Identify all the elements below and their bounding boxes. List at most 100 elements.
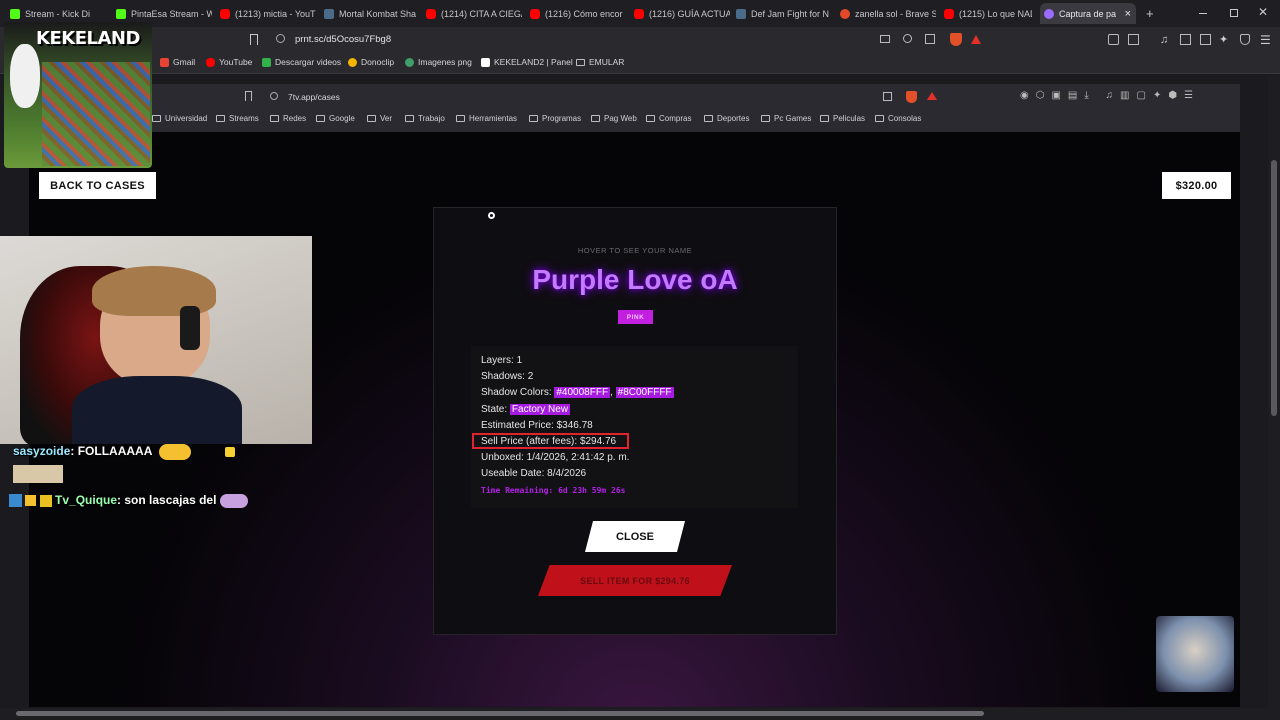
brave-shield-icon[interactable]: [950, 33, 962, 46]
vertical-scroll-thumb[interactable]: [1271, 160, 1277, 416]
bookmark-page-icon[interactable]: [250, 34, 258, 45]
sell-price-row: Sell Price (after fees): $294.76: [481, 436, 617, 447]
folder-icon: [646, 115, 655, 122]
tab-4[interactable]: (1214) CITA A CIEGA: [422, 3, 522, 24]
maximize-icon[interactable]: [1230, 9, 1238, 17]
folder-icon: [367, 115, 376, 122]
inner-url-field[interactable]: 7tv.app/cases: [288, 92, 340, 102]
folder-icon: [761, 115, 770, 122]
inner-bookmark-icon[interactable]: [245, 91, 252, 101]
cast-icon[interactable]: [880, 35, 890, 43]
folder-icon: [529, 115, 538, 122]
tab-2[interactable]: (1213) mictia - YouT: [216, 3, 316, 24]
shadow-color-2: #8C00FFFF: [615, 387, 674, 398]
site-settings-icon[interactable]: [276, 34, 285, 43]
tab-9[interactable]: (1215) Lo que NAD: [940, 3, 1032, 24]
inner-bookmark-herramientas[interactable]: Herramientas: [456, 114, 517, 123]
folder-icon: [704, 115, 713, 122]
inner-extension-icons[interactable]: ◉⬡▣▤⤓ ♫▥▢✦⬢☰: [1020, 90, 1200, 101]
kekeland-logo: KEKELAND: [36, 28, 140, 49]
extensions-icon[interactable]: [1108, 34, 1119, 45]
youtube-icon: [206, 57, 215, 67]
close-button[interactable]: CLOSE: [585, 521, 685, 552]
bookmark-imagenes[interactable]: Imagenes png: [405, 57, 472, 67]
chat-message: Tv_Quique: son lascajas del: [9, 493, 248, 508]
menu-icon[interactable]: ☰: [1260, 33, 1271, 47]
tab-1[interactable]: PintaEsa Stream - W: [112, 3, 212, 24]
zoom-icon[interactable]: [903, 34, 912, 43]
close-tab-icon[interactable]: ×: [1125, 8, 1131, 20]
split-view-icon[interactable]: [1200, 34, 1211, 45]
sidebar-icon[interactable]: [1180, 34, 1191, 45]
tab-8[interactable]: zanella sol - Brave S: [836, 3, 936, 24]
media-icon[interactable]: ♫: [1160, 34, 1168, 46]
bookmark-gmail[interactable]: Gmail: [160, 57, 195, 67]
shadow-colors-row: Shadow Colors: #40008FFF, #8C00FFFF: [481, 387, 674, 398]
emote-icon: [224, 447, 235, 457]
tab-5[interactable]: (1216) Cómo encor: [526, 3, 626, 24]
chat-username: Tv_Quique: [55, 493, 118, 507]
sell-item-button[interactable]: SELL ITEM FOR $294.76: [538, 565, 732, 596]
inner-bookmark-peliculas[interactable]: Peliculas: [820, 114, 865, 123]
inner-bookmark-pagweb[interactable]: Pag Web: [591, 114, 637, 123]
bookmark-kekeland[interactable]: KEKELAND2 | Panel: [481, 57, 573, 67]
window-close-icon[interactable]: ✕: [1258, 5, 1268, 19]
chat-username: sasyzoide: [13, 444, 71, 459]
inner-bookmark-deportes[interactable]: Deportes: [704, 114, 749, 123]
inner-bookmark-universidad[interactable]: Universidad: [152, 114, 207, 123]
inner-bookmark-google[interactable]: Google: [316, 114, 355, 123]
outer-address-bar: [0, 27, 1280, 53]
bookmark-emular[interactable]: EMULAR: [576, 57, 624, 67]
cursor-icon: [488, 212, 495, 219]
shadows-row: Shadows: 2: [481, 371, 534, 382]
inner-bookmark-ver[interactable]: Ver: [367, 114, 392, 123]
horizontal-scroll-thumb[interactable]: [16, 711, 984, 716]
inner-bookmark-programas[interactable]: Programas: [529, 114, 581, 123]
back-to-cases-button[interactable]: BACK TO CASES: [39, 172, 156, 199]
inner-brave-rewards-icon[interactable]: [927, 92, 937, 100]
vpn-icon[interactable]: [1240, 34, 1250, 45]
inner-bookmark-pcgames[interactable]: Pc Games: [761, 114, 811, 123]
emote-icon: [159, 444, 192, 460]
brave-rewards-icon[interactable]: [971, 35, 981, 44]
emote-badge-icon: [25, 495, 37, 507]
tab-7[interactable]: Def Jam Fight for N: [732, 3, 832, 24]
inner-bookmark-compras[interactable]: Compras: [646, 114, 691, 123]
tab-0[interactable]: Stream - Kick Di: [6, 3, 106, 24]
youtube-icon: [944, 8, 954, 19]
bookmark-youtube[interactable]: YouTube: [206, 57, 252, 67]
chat-text: : FOLLAAAAA: [70, 444, 152, 459]
folder-icon: [270, 115, 279, 122]
donoclip-icon: [348, 57, 357, 67]
inner-bookmark-consolas[interactable]: Consolas: [875, 114, 921, 123]
bookmark-descargar[interactable]: Descargar videos: [262, 57, 341, 67]
tab-3[interactable]: Mortal Kombat Sha: [320, 3, 420, 24]
folder-icon: [405, 115, 414, 122]
new-tab-icon[interactable]: +: [1146, 6, 1154, 21]
outer-url-field[interactable]: prnt.sc/d5Ocosu7Fbg8: [295, 34, 391, 45]
tab-10-active[interactable]: Captura de pa ×: [1040, 3, 1136, 24]
balance-display: $320.00: [1162, 172, 1231, 199]
youtube-icon: [426, 8, 436, 19]
inner-share-icon[interactable]: [883, 92, 892, 101]
leo-icon[interactable]: ✦: [1219, 33, 1228, 46]
bookmark-donoclip[interactable]: Donoclip: [348, 57, 394, 67]
folder-icon: [820, 115, 829, 122]
inner-brave-shield-icon[interactable]: [906, 91, 917, 103]
folder-icon: [875, 115, 884, 122]
inner-bookmark-streams[interactable]: Streams: [216, 114, 259, 123]
state-row: State: Factory New: [481, 404, 571, 415]
wallet-icon[interactable]: [1128, 34, 1139, 45]
inner-bookmark-redes[interactable]: Redes: [270, 114, 306, 123]
inner-bookmark-trabajo[interactable]: Trabajo: [405, 114, 445, 123]
tab-6[interactable]: (1216) GUÍA ACTUA: [630, 3, 730, 24]
minimize-icon[interactable]: [1199, 13, 1207, 14]
cartoon-face-icon: [10, 44, 40, 108]
useable-date-row: Useable Date: 8/4/2026: [481, 468, 587, 479]
share-icon[interactable]: [925, 34, 935, 44]
chat-message: sasyzoide: FOLLAAAAA: [13, 444, 235, 460]
folder-icon: [591, 115, 600, 122]
state-badge: Factory New: [509, 404, 571, 415]
folder-icon: [216, 115, 225, 122]
hover-hint[interactable]: HOVER TO SEE YOUR NAME: [433, 246, 837, 255]
